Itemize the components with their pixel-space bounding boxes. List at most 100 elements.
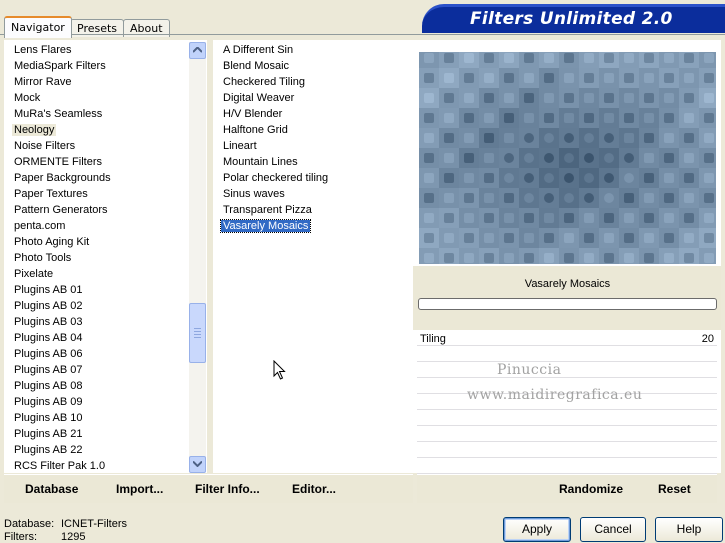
scroll-thumb[interactable]: [189, 303, 206, 363]
filter-item[interactable]: Halftone Grid: [223, 122, 288, 138]
filter-item[interactable]: Digital Weaver: [223, 90, 294, 106]
category-item[interactable]: Neology: [12, 122, 57, 138]
category-item[interactable]: Mock: [14, 90, 40, 106]
category-item-label: Photo Aging Kit: [14, 236, 90, 248]
filter-item-label: A Different Sin: [223, 44, 294, 56]
category-item[interactable]: Plugins AB 03: [14, 314, 83, 330]
filter-list[interactable]: A Different Sin Blend Mosaic Checkered Til…: [213, 40, 413, 473]
category-item-label: Pixelate: [14, 268, 54, 280]
filter-item[interactable]: Lineart: [223, 138, 257, 154]
filter-item-label: Vasarely Mosaics: [219, 219, 312, 233]
category-item[interactable]: Pixelate: [14, 266, 53, 282]
category-item[interactable]: Plugins AB 21: [14, 426, 83, 442]
filter-item[interactable]: Checkered Tiling: [223, 74, 305, 90]
navigator-button-bar: Database Import... Filter Info... Editor…: [4, 474, 413, 503]
category-item-label: Plugins AB 21: [14, 428, 83, 440]
chevron-up-icon: [193, 47, 202, 53]
category-item[interactable]: RCS Filter Pak 1.0: [14, 458, 105, 474]
filter-item[interactable]: H/V Blender: [223, 106, 282, 122]
category-item[interactable]: Paper Backgrounds: [14, 170, 111, 186]
category-item[interactable]: Plugins AB 09: [14, 394, 83, 410]
category-item-label: Paper Textures: [14, 188, 88, 200]
category-item-label: Plugins AB 22: [14, 444, 83, 456]
tab-label: Navigator: [11, 21, 65, 34]
parameter-row[interactable]: [417, 346, 717, 362]
filter-item[interactable]: Transparent Pizza: [223, 202, 312, 218]
progress-bar: [418, 298, 717, 310]
scroll-down-button[interactable]: [189, 456, 206, 473]
filter-item-label: H/V Blender: [223, 108, 283, 120]
category-item-label: Plugins AB 01: [14, 284, 83, 296]
category-item-label: MuRa's Seamless: [14, 108, 103, 120]
category-item[interactable]: ORMENTE Filters: [14, 154, 102, 170]
product-banner: Filters Unlimited 2.0: [422, 4, 725, 33]
filter-item-label: Lineart: [223, 140, 257, 152]
category-item-label: Plugins AB 06: [14, 348, 83, 360]
parameter-row[interactable]: [417, 362, 717, 378]
category-item[interactable]: Plugins AB 06: [14, 346, 83, 362]
parameter-row[interactable]: Tiling 20: [417, 330, 717, 346]
reset-button[interactable]: Reset: [658, 482, 691, 496]
parameter-row[interactable]: [417, 458, 717, 474]
category-item-label: Plugins AB 04: [14, 332, 83, 344]
filter-preview-image[interactable]: [419, 52, 716, 264]
parameter-value: 20: [701, 333, 714, 345]
category-item[interactable]: Lens Flares: [14, 42, 71, 58]
category-item-label: MediaSpark Filters: [14, 60, 106, 72]
tab-navigator[interactable]: Navigator: [4, 16, 72, 38]
parameter-row[interactable]: [417, 426, 717, 442]
category-item[interactable]: Noise Filters: [14, 138, 75, 154]
parameter-row[interactable]: [417, 442, 717, 458]
category-item[interactable]: Mirror Rave: [14, 74, 71, 90]
filters-count-value: 1295: [61, 531, 86, 543]
filter-item[interactable]: Vasarely Mosaics: [219, 218, 312, 234]
scroll-up-button[interactable]: [189, 42, 206, 59]
category-item[interactable]: penta.com: [14, 218, 65, 234]
category-item[interactable]: Plugins AB 01: [14, 282, 83, 298]
category-item[interactable]: Plugins AB 22: [14, 442, 83, 458]
filter-info-button[interactable]: Filter Info...: [195, 482, 260, 496]
selected-filter-name: Vasarely Mosaics: [524, 278, 611, 290]
import-button[interactable]: Import...: [116, 482, 163, 496]
database-button[interactable]: Database: [25, 482, 78, 496]
category-item[interactable]: Plugins AB 04: [14, 330, 83, 346]
category-scrollbar[interactable]: [189, 42, 206, 473]
category-list[interactable]: Lens Flares MediaSpark Filters Mirror Rave…: [4, 40, 207, 473]
filter-item-label: Checkered Tiling: [223, 76, 305, 88]
filter-item[interactable]: Sinus waves: [223, 186, 285, 202]
category-item-label: Plugins AB 09: [14, 396, 83, 408]
category-item[interactable]: MediaSpark Filters: [14, 58, 106, 74]
chevron-down-icon: [193, 461, 202, 467]
category-item[interactable]: Plugins AB 07: [14, 362, 83, 378]
help-button[interactable]: Help: [655, 517, 723, 542]
category-item[interactable]: Plugins AB 02: [14, 298, 83, 314]
filter-item[interactable]: Mountain Lines: [223, 154, 298, 170]
category-item[interactable]: Photo Tools: [14, 250, 71, 266]
category-item-label: Photo Tools: [14, 252, 72, 264]
category-item[interactable]: MuRa's Seamless: [14, 106, 102, 122]
category-item-label: Plugins AB 07: [14, 364, 83, 376]
filter-item[interactable]: A Different Sin: [223, 42, 293, 58]
cancel-button[interactable]: Cancel: [580, 517, 646, 542]
category-item[interactable]: Photo Aging Kit: [14, 234, 89, 250]
randomize-button[interactable]: Randomize: [559, 482, 623, 496]
category-item-label: Pattern Generators: [14, 204, 108, 216]
apply-button[interactable]: Apply: [503, 517, 571, 542]
filter-item-label: Transparent Pizza: [223, 204, 312, 216]
filter-item[interactable]: Polar checkered tiling: [223, 170, 328, 186]
category-item-label: Plugins AB 03: [14, 316, 83, 328]
parameter-row[interactable]: [417, 410, 717, 426]
category-item-label: penta.com: [14, 220, 66, 232]
parameter-label: Tiling: [420, 333, 446, 345]
parameter-button-bar: Randomize Reset: [417, 474, 717, 503]
category-item[interactable]: Pattern Generators: [14, 202, 108, 218]
filter-item-label: Halftone Grid: [223, 124, 288, 136]
category-item[interactable]: Plugins AB 08: [14, 378, 83, 394]
category-item[interactable]: Plugins AB 10: [14, 410, 83, 426]
filter-item[interactable]: Blend Mosaic: [223, 58, 289, 74]
category-item-label: Plugins AB 02: [14, 300, 83, 312]
editor-button[interactable]: Editor...: [292, 482, 336, 496]
filter-item-label: Digital Weaver: [223, 92, 295, 104]
category-item-label: Neology: [12, 124, 57, 136]
category-item[interactable]: Paper Textures: [14, 186, 88, 202]
